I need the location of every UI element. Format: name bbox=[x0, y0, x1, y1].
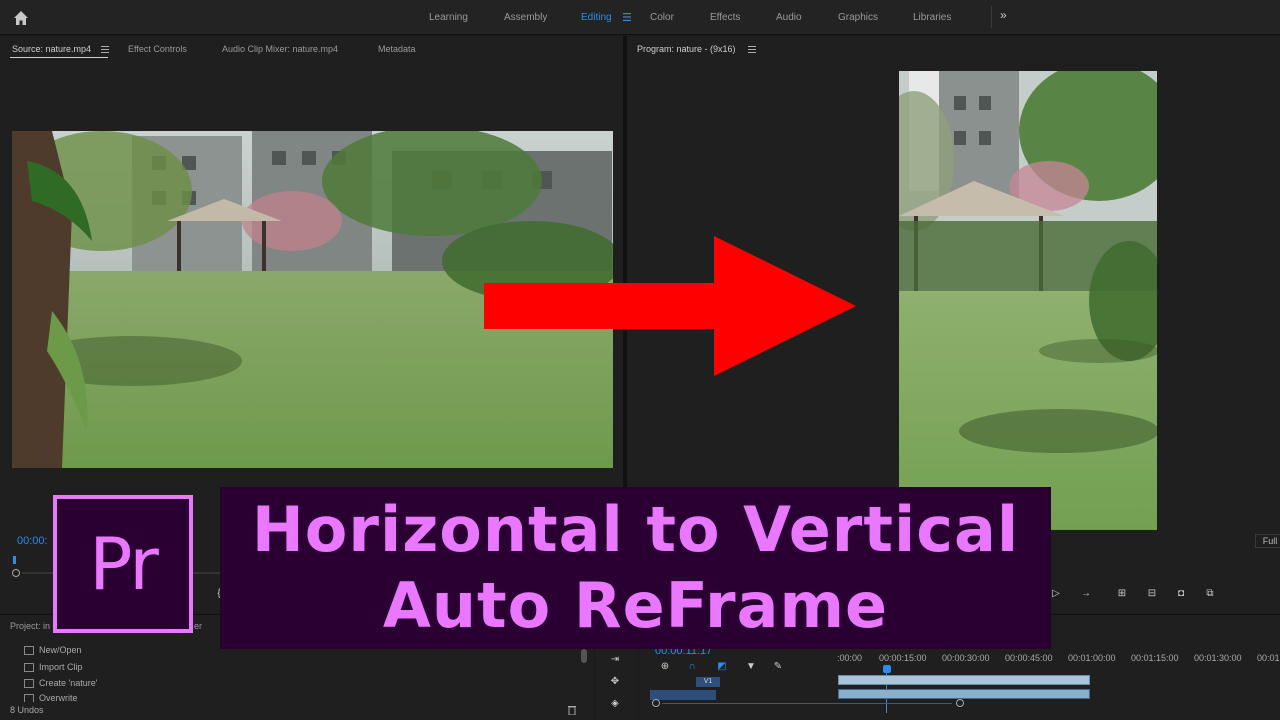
tab-project-tail[interactable]: er bbox=[194, 621, 202, 631]
history-step-icon bbox=[24, 678, 34, 688]
program-video-frame[interactable] bbox=[899, 71, 1157, 530]
timeline-playhead[interactable] bbox=[883, 665, 891, 673]
workspace-editing[interactable]: Editing bbox=[581, 12, 612, 23]
track-header-v1[interactable] bbox=[650, 690, 716, 700]
tab-project[interactable]: Project: in bbox=[10, 621, 50, 631]
history-step-icon bbox=[24, 694, 34, 702]
timeline-zoom-handle-right[interactable] bbox=[956, 699, 964, 707]
source-timecode[interactable]: 00:00: bbox=[17, 535, 48, 547]
video-clip[interactable] bbox=[838, 689, 1090, 699]
history-item-label: Import Clip bbox=[39, 662, 83, 672]
go-to-out-icon[interactable]: → bbox=[1079, 588, 1093, 600]
tab-effect-controls[interactable]: Effect Controls bbox=[128, 44, 187, 54]
title-line-1: Horizontal to Vertical bbox=[251, 493, 1020, 566]
premiere-pro-logo: Pr bbox=[53, 495, 193, 633]
timeline-scroll-track[interactable] bbox=[662, 703, 952, 704]
ruler-tick: 00:01 bbox=[1257, 653, 1279, 663]
home-icon[interactable] bbox=[11, 8, 31, 28]
history-item[interactable]: New/Open bbox=[24, 645, 82, 655]
ruler-tick: :00:00 bbox=[837, 653, 863, 663]
history-step-icon bbox=[24, 645, 34, 655]
logo-text: Pr bbox=[89, 522, 159, 606]
track-select-icon[interactable]: ⇥ bbox=[608, 654, 622, 666]
track-v1-target[interactable]: V1 bbox=[696, 677, 720, 687]
history-item[interactable]: Create 'nature' bbox=[24, 678, 97, 688]
source-zoom-handle[interactable] bbox=[12, 569, 20, 577]
compare-view-icon[interactable]: ⧉ bbox=[1203, 588, 1217, 600]
history-item[interactable]: Overwrite bbox=[24, 694, 78, 702]
ruler-tick: 00:00:15:00 bbox=[879, 653, 927, 663]
more-workspaces-icon[interactable]: » bbox=[1000, 8, 1007, 22]
title-line-2: Auto ReFrame bbox=[382, 569, 889, 642]
trash-icon[interactable] bbox=[567, 704, 577, 715]
ruler-tick: 00:00:45:00 bbox=[1005, 653, 1053, 663]
arrow-icon bbox=[484, 236, 856, 376]
tab-audio-clip-mixer[interactable]: Audio Clip Mixer: nature.mp4 bbox=[222, 44, 338, 54]
tab-program[interactable]: Program: nature - (9x16) bbox=[637, 44, 736, 54]
workspace-libraries[interactable]: Libraries bbox=[913, 12, 951, 23]
lift-icon[interactable]: ⊞ bbox=[1115, 588, 1129, 600]
wrench-icon[interactable]: ✎ bbox=[771, 661, 785, 673]
linked-selection-icon[interactable]: ◩ bbox=[715, 661, 729, 673]
history-item-label: New/Open bbox=[39, 645, 82, 655]
ruler-tick: 00:01:15:00 bbox=[1131, 653, 1179, 663]
workspace-bar: Learning Assembly Editing Color Effects … bbox=[0, 0, 1280, 35]
extract-icon[interactable]: ⊟ bbox=[1145, 588, 1159, 600]
panel-menu-icon[interactable] bbox=[748, 46, 756, 54]
snap-icon[interactable]: ∩ bbox=[685, 661, 699, 673]
history-item-label: Create 'nature' bbox=[39, 678, 98, 688]
history-item[interactable]: Import Clip bbox=[24, 662, 83, 672]
razor-tool-icon[interactable]: ◈ bbox=[608, 698, 622, 710]
history-step-icon bbox=[24, 662, 34, 672]
ruler-tick: 00:01:30:00 bbox=[1194, 653, 1242, 663]
ruler-tick: 00:00:30:00 bbox=[942, 653, 990, 663]
workspace-divider bbox=[991, 6, 992, 28]
nest-icon[interactable]: ⊕ bbox=[658, 661, 672, 673]
step-forward-icon[interactable]: ▷ bbox=[1049, 588, 1063, 600]
workspace-assembly[interactable]: Assembly bbox=[504, 12, 547, 23]
history-scrollbar[interactable] bbox=[581, 649, 587, 663]
timeline-zoom-handle-left[interactable] bbox=[652, 699, 660, 707]
workspace-graphics[interactable]: Graphics bbox=[838, 12, 878, 23]
source-playhead[interactable] bbox=[13, 556, 16, 564]
ripple-edit-icon[interactable]: ✥ bbox=[608, 676, 622, 688]
title-banner: Horizontal to Vertical Auto ReFrame bbox=[220, 487, 1051, 649]
tab-metadata[interactable]: Metadata bbox=[378, 44, 416, 54]
workspace-learning[interactable]: Learning bbox=[429, 12, 468, 23]
add-marker-icon[interactable]: ▼ bbox=[744, 661, 758, 673]
export-frame-icon[interactable]: ◘ bbox=[1174, 588, 1188, 600]
active-tab-underline bbox=[10, 57, 108, 58]
work-area-bar[interactable] bbox=[838, 675, 1090, 685]
workspace-menu-icon[interactable] bbox=[621, 11, 633, 23]
workspace-audio[interactable]: Audio bbox=[776, 12, 802, 23]
undo-count: 8 Undos bbox=[10, 705, 44, 715]
ruler-tick: 00:01:00:00 bbox=[1068, 653, 1116, 663]
workspace-effects[interactable]: Effects bbox=[710, 12, 740, 23]
tools-panel: ⇥ ✥ ◈ bbox=[596, 646, 636, 720]
workspace-color[interactable]: Color bbox=[650, 12, 674, 23]
fit-dropdown[interactable]: Full bbox=[1255, 534, 1280, 548]
tab-source[interactable]: Source: nature.mp4 bbox=[12, 44, 91, 54]
history-item-label: Overwrite bbox=[39, 694, 78, 702]
panel-menu-icon[interactable] bbox=[101, 46, 109, 54]
